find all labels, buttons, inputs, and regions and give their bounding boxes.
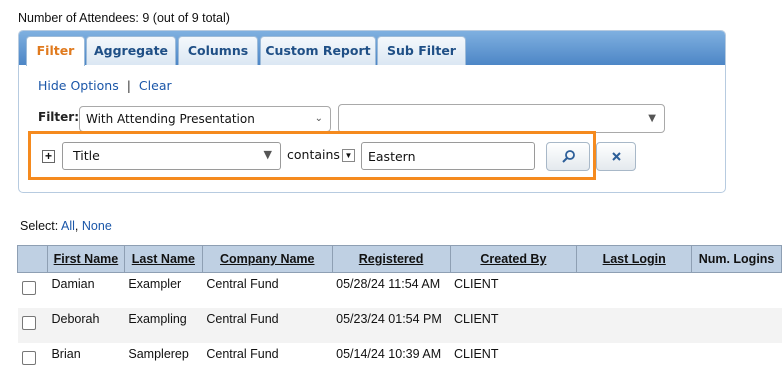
table-header-row: First Name Last Name Company Name Regist… (17, 245, 782, 273)
cell-num-logins (692, 273, 782, 308)
table-row: Deborah Exampling Central Fund 05/23/24 … (17, 307, 782, 343)
field-select[interactable]: Title ▼ (62, 142, 281, 170)
remove-filter-button[interactable] (596, 142, 636, 171)
filter-label: Filter: (38, 110, 80, 124)
table-row: Damian Exampler Central Fund 05/28/24 11… (18, 273, 782, 308)
cell-first-name: Damian (51, 277, 95, 291)
header-first-name[interactable]: First Name (46, 245, 125, 273)
row-checkbox[interactable] (21, 281, 36, 295)
cell-last-name: Exampler (128, 277, 182, 291)
cell-company: Central Fund (206, 277, 279, 291)
cell-num-logins (692, 343, 782, 378)
plus-icon[interactable]: + (42, 150, 55, 163)
header-company-name[interactable]: Company Name (201, 245, 333, 273)
select-none-link[interactable]: None (82, 219, 112, 233)
cell-registered: 05/14/24 10:39 AM (336, 346, 442, 361)
cell-registered: 05/23/24 01:54 PM (332, 307, 451, 343)
field-select-value: Title (73, 148, 100, 163)
options-separator: | (126, 78, 131, 93)
select-prefix: Select: (20, 219, 59, 233)
cell-first-name: Deborah (47, 307, 125, 343)
dropdown-arrow-icon: ▼ (648, 113, 656, 124)
options-row: Hide Options | Clear (38, 78, 172, 93)
tab-sub-filter[interactable]: Sub Filter (377, 36, 466, 65)
header-num-logins: Num. Logins (691, 245, 782, 273)
secondary-filter-select[interactable]: ▼ (338, 104, 665, 133)
search-icon (562, 150, 575, 163)
operator-dropdown-icon[interactable]: ▼ (342, 149, 355, 162)
primary-filter-select[interactable]: With Attending Presentation ⌄ (79, 106, 331, 132)
tab-aggregate[interactable]: Aggregate (86, 36, 176, 65)
tab-filter[interactable]: Filter (26, 36, 85, 66)
row-checkbox[interactable] (21, 315, 36, 330)
chevron-down-icon: ⌄ (314, 113, 323, 124)
cell-created-by: CLIENT (450, 307, 577, 343)
table-row: Brian Samplerep Central Fund 05/14/24 10… (18, 343, 782, 378)
cell-last-login (577, 273, 692, 308)
row-checkbox-cell (18, 273, 48, 308)
tab-custom-report[interactable]: Custom Report (260, 36, 376, 65)
filter-text-input[interactable] (361, 142, 535, 170)
cell-company: Central Fund (202, 307, 333, 343)
dropdown-arrow-icon: ▼ (263, 148, 272, 161)
cell-last-name: Samplerep (128, 346, 189, 361)
cell-last-name: Exampling (124, 307, 203, 343)
header-registered[interactable]: Registered (331, 245, 451, 273)
attendee-count: Number of Attendees: 9 (out of 9 total) (18, 11, 230, 25)
cell-num-logins (691, 307, 782, 343)
operator-label: contains (287, 147, 340, 162)
row-checkbox-cell (17, 307, 48, 343)
primary-filter-value: With Attending Presentation (86, 112, 255, 126)
row-checkbox-cell (18, 343, 48, 378)
close-icon (612, 152, 621, 161)
cell-created-by: CLIENT (454, 277, 499, 291)
header-last-name[interactable]: Last Name (123, 245, 203, 273)
tab-bar: Filter Aggregate Columns Custom Report S… (19, 31, 725, 66)
header-last-login[interactable]: Last Login (576, 245, 693, 273)
tab-columns[interactable]: Columns (178, 36, 258, 65)
select-controls: Select: All, None (20, 219, 112, 233)
checkbox-column-header (17, 245, 48, 273)
cell-first-name: Brian (51, 346, 81, 361)
cell-last-login (577, 343, 692, 378)
attendees-table: First Name Last Name Company Name Regist… (17, 245, 782, 378)
clear-link[interactable]: Clear (139, 78, 172, 93)
header-created-by[interactable]: Created By (449, 245, 578, 273)
row-checkbox[interactable] (21, 350, 36, 365)
select-all-link[interactable]: All (61, 219, 75, 233)
cell-registered: 05/28/24 11:54 AM (336, 277, 441, 291)
search-button[interactable] (546, 142, 590, 171)
select-comma: , (74, 219, 79, 233)
cell-created-by: CLIENT (454, 346, 499, 361)
cell-last-login (576, 307, 692, 343)
hide-options-link[interactable]: Hide Options (38, 78, 119, 93)
cell-company: Central Fund (206, 346, 279, 361)
